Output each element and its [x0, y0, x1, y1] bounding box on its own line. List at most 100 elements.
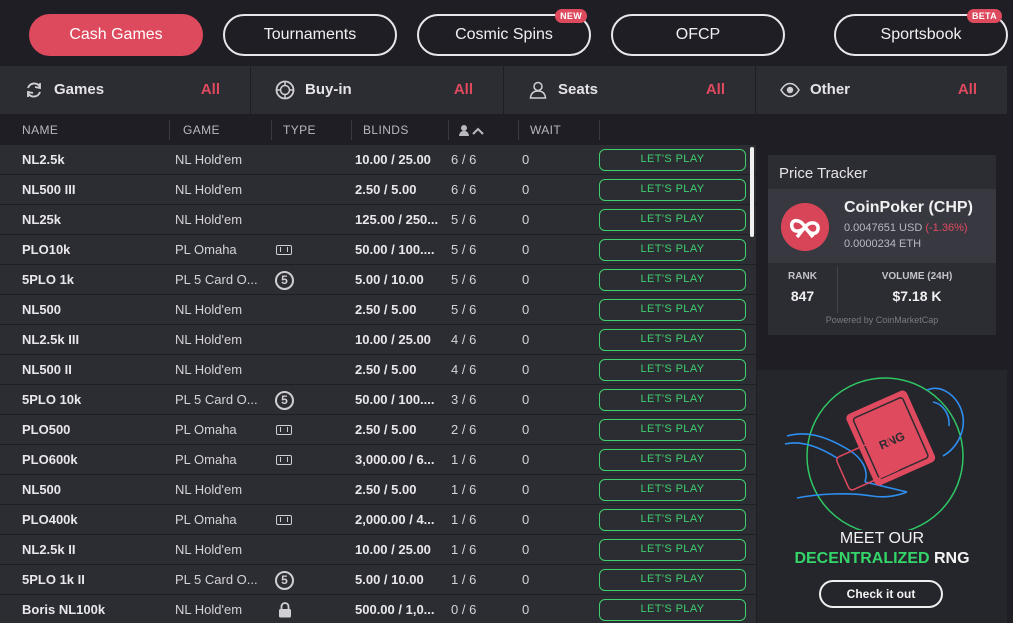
- new-badge: NEW: [555, 9, 587, 23]
- table-row[interactable]: Boris NL100k NL Hold'em 500.00 / 1,0... 0 /…: [0, 595, 756, 623]
- table-name: 5PLO 10k: [22, 392, 82, 407]
- tab-tournaments[interactable]: Tournaments: [223, 14, 397, 56]
- table-row[interactable]: NL2.5k NL Hold'em 10.00 / 25.00 6 / 6 0 LET'S…: [0, 145, 756, 175]
- lets-play-button[interactable]: LET'S PLAY: [599, 209, 746, 231]
- table-name: NL500: [22, 302, 62, 317]
- lets-play-button[interactable]: LET'S PLAY: [599, 389, 746, 411]
- table-row[interactable]: PLO600k PL Omaha 3,000.00 / 6... 1 / 6 0 LET'…: [0, 445, 756, 475]
- game-type: NL Hold'em: [175, 602, 243, 617]
- lets-play-button[interactable]: LET'S PLAY: [599, 359, 746, 381]
- table-name: 5PLO 1k II: [22, 572, 85, 587]
- tab-label: OFCP: [675, 26, 721, 43]
- game-type: NL Hold'em: [175, 362, 243, 377]
- table-row[interactable]: PLO500 PL Omaha 2.50 / 5.00 2 / 6 0 LET'S PLA…: [0, 415, 756, 445]
- tab-cosmic-spins[interactable]: Cosmic Spins NEW: [417, 9, 591, 56]
- waiting: 0: [522, 422, 530, 437]
- lets-play-button[interactable]: LET'S PLAY: [599, 599, 746, 621]
- lets-play-button[interactable]: LET'S PLAY: [599, 569, 746, 591]
- game-type: NL Hold'em: [175, 152, 243, 167]
- seats: 3 / 6: [451, 392, 477, 407]
- table-row[interactable]: NL500 NL Hold'em 2.50 / 5.00 5 / 6 0 LET'S PL…: [0, 295, 756, 325]
- lets-play-button[interactable]: LET'S PLAY: [599, 479, 746, 501]
- waiting: 0: [522, 152, 530, 167]
- waiting: 0: [522, 392, 530, 407]
- header-blinds[interactable]: BLINDS: [363, 120, 449, 140]
- usd-value: 0.0047651 USD: [844, 222, 923, 234]
- promo-highlight: DECENTRALIZED: [794, 550, 930, 567]
- rank-value: 847: [790, 288, 815, 304]
- table-row[interactable]: 5PLO 1k PL 5 Card O... 5 5.00 / 10.00 5 / 6 0…: [0, 265, 756, 295]
- seats: 1 / 6: [451, 452, 477, 467]
- blinds: 10.00 / 25.00: [355, 152, 431, 167]
- header-type[interactable]: TYPE: [283, 120, 352, 140]
- five-card-icon: 5: [275, 391, 294, 410]
- table-row[interactable]: 5PLO 1k II PL 5 Card O... 5 5.00 / 10.00 1 /…: [0, 565, 756, 595]
- game-type: NL Hold'em: [175, 542, 243, 557]
- table-row[interactable]: 5PLO 10k PL 5 Card O... 5 50.00 / 100.... 3 …: [0, 385, 756, 415]
- table-row[interactable]: NL25k NL Hold'em 125.00 / 250... 5 / 6 0 LET'…: [0, 205, 756, 235]
- powered-by[interactable]: Powered by CoinMarketCap: [768, 315, 996, 325]
- rng-promo-banner[interactable]: RNG MEET OUR DECENTRALIZED RNG Check it …: [757, 370, 1007, 623]
- filter-value[interactable]: All: [958, 81, 977, 98]
- seats: 4 / 6: [451, 332, 477, 347]
- filter-value[interactable]: All: [201, 81, 220, 98]
- filter-games[interactable]: Games All: [0, 66, 251, 114]
- lets-play-button[interactable]: LET'S PLAY: [599, 179, 746, 201]
- rank-stat: RANK 847: [768, 267, 838, 313]
- seats: 1 / 6: [451, 542, 477, 557]
- lets-play-button[interactable]: LET'S PLAY: [599, 329, 746, 351]
- lets-play-button[interactable]: LET'S PLAY: [599, 449, 746, 471]
- table-row[interactable]: NL500 III NL Hold'em 2.50 / 5.00 6 / 6 0 LET'…: [0, 175, 756, 205]
- lock-icon: [279, 602, 291, 618]
- header-wait[interactable]: WAIT: [530, 120, 600, 140]
- filter-seats[interactable]: Seats All: [504, 66, 756, 114]
- blinds: 2.50 / 5.00: [355, 422, 417, 437]
- waiting: 0: [522, 212, 530, 227]
- lets-play-button[interactable]: LET'S PLAY: [599, 149, 746, 171]
- lets-play-button[interactable]: LET'S PLAY: [599, 509, 746, 531]
- table-row[interactable]: PLO400k PL Omaha 2,000.00 / 4... 1 / 6 0 LET'…: [0, 505, 756, 535]
- table-name: 5PLO 1k: [22, 272, 75, 287]
- lets-play-button[interactable]: LET'S PLAY: [599, 269, 746, 291]
- omaha-icon: [276, 515, 292, 525]
- blinds: 2.50 / 5.00: [355, 302, 417, 317]
- filter-value[interactable]: All: [454, 81, 473, 98]
- game-list: NL2.5k NL Hold'em 10.00 / 25.00 6 / 6 0 LET'S…: [0, 145, 756, 623]
- header-name[interactable]: NAME: [22, 120, 170, 140]
- top-tabs: Cash Games Tournaments Cosmic Spins NEW …: [0, 0, 1013, 66]
- rank-label: RANK: [788, 271, 817, 282]
- table-row[interactable]: NL2.5k II NL Hold'em 10.00 / 25.00 1 / 6 0 LE…: [0, 535, 756, 565]
- lets-play-button[interactable]: LET'S PLAY: [599, 299, 746, 321]
- seats: 5 / 6: [451, 272, 477, 287]
- header-seats[interactable]: [459, 120, 519, 140]
- tab-sportsbook[interactable]: Sportsbook BETA: [834, 9, 1008, 56]
- blinds: 3,000.00 / 6...: [355, 452, 435, 467]
- refresh-icon: [27, 82, 41, 98]
- table-row[interactable]: NL500 NL Hold'em 2.50 / 5.00 1 / 6 0 LET'S PL…: [0, 475, 756, 505]
- table-name: PLO10k: [22, 242, 71, 257]
- blinds: 5.00 / 10.00: [355, 572, 424, 587]
- blinds: 50.00 / 100....: [355, 392, 435, 407]
- filter-buy-in[interactable]: Buy-in All: [251, 66, 504, 114]
- coin-price-usd: 0.0047651 USD (-1.36%): [844, 222, 968, 234]
- table-row[interactable]: NL2.5k III NL Hold'em 10.00 / 25.00 4 / 6 0 L…: [0, 325, 756, 355]
- table-row[interactable]: PLO10k PL Omaha 50.00 / 100.... 5 / 6 0 LET'S…: [0, 235, 756, 265]
- table-name: NL2.5k II: [22, 542, 76, 557]
- seats: 1 / 6: [451, 482, 477, 497]
- table-row[interactable]: NL500 II NL Hold'em 2.50 / 5.00 4 / 6 0 LET'S…: [0, 355, 756, 385]
- lets-play-button[interactable]: LET'S PLAY: [599, 239, 746, 261]
- check-it-out-button[interactable]: Check it out: [819, 580, 943, 608]
- tab-cash-games[interactable]: Cash Games: [29, 14, 203, 56]
- lets-play-button[interactable]: LET'S PLAY: [599, 419, 746, 441]
- header-game[interactable]: GAME: [183, 120, 272, 140]
- filter-label: Buy-in: [305, 81, 352, 98]
- scrollbar[interactable]: [750, 147, 754, 237]
- tab-ofcp[interactable]: OFCP: [611, 14, 785, 56]
- omaha-icon: [276, 425, 292, 435]
- chip-icon: [275, 80, 295, 100]
- game-type: NL Hold'em: [175, 302, 243, 317]
- five-card-icon: 5: [275, 271, 294, 290]
- filter-value[interactable]: All: [706, 81, 725, 98]
- lets-play-button[interactable]: LET'S PLAY: [599, 539, 746, 561]
- filter-other[interactable]: Other All: [756, 66, 1007, 114]
